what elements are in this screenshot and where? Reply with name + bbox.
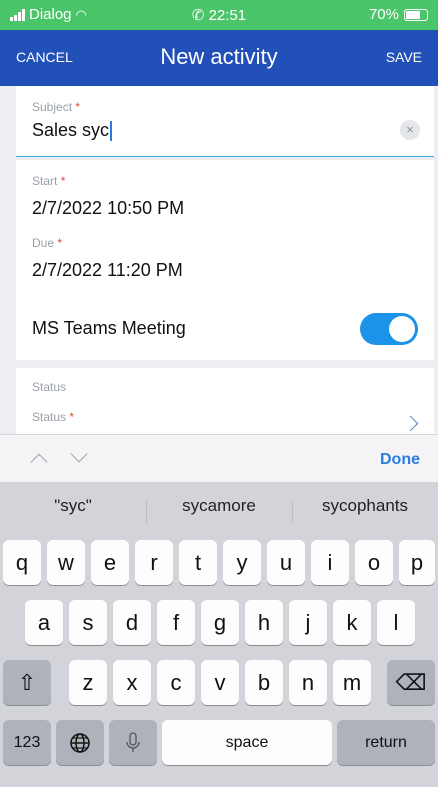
details-card: Start * 2/7/2022 10:50 PM Due * 2/7/2022… [16, 160, 434, 360]
teams-meeting-label: MS Teams Meeting [32, 318, 186, 338]
subject-label: Subject * [32, 100, 81, 114]
key-l[interactable]: l [377, 600, 415, 645]
done-button[interactable]: Done [380, 451, 420, 469]
key-s[interactable]: s [69, 600, 107, 645]
start-label: Start * [32, 174, 66, 188]
nav-bar: CANCEL New activity SAVE [0, 30, 438, 86]
key-j[interactable]: j [289, 600, 327, 645]
due-label: Due * [32, 236, 63, 250]
key-u[interactable]: u [267, 540, 305, 585]
status-card: Status Status * [16, 368, 434, 434]
due-value[interactable]: 2/7/2022 11:20 PM [32, 260, 183, 281]
time: 22:51 [208, 7, 247, 24]
subject-field[interactable]: Subject * Sales syc × [16, 86, 434, 157]
key-r[interactable]: r [135, 540, 173, 585]
save-button[interactable]: SAVE [386, 49, 422, 65]
previous-field-icon[interactable] [30, 453, 48, 471]
key-o[interactable]: o [355, 540, 393, 585]
delete-key[interactable]: ⌫ [387, 660, 435, 705]
battery-percent: 70% [368, 6, 399, 23]
microphone-key[interactable] [109, 720, 157, 765]
status-label[interactable]: Status * [32, 410, 74, 424]
status-bar: Dialog ◠ ✆ 22:51 70% [0, 0, 438, 30]
chevron-right-icon[interactable] [402, 415, 419, 432]
key-f[interactable]: f [157, 600, 195, 645]
key-p[interactable]: p [399, 540, 435, 585]
key-n[interactable]: n [289, 660, 327, 705]
key-b[interactable]: b [245, 660, 283, 705]
space-key[interactable]: space [162, 720, 332, 765]
shift-key[interactable]: ⇧ [3, 660, 51, 705]
key-h[interactable]: h [245, 600, 283, 645]
teams-meeting-toggle[interactable] [360, 313, 418, 345]
phone-icon: ✆ [191, 7, 205, 24]
key-k[interactable]: k [333, 600, 371, 645]
subject-input[interactable]: Sales syc [32, 120, 113, 142]
suggestion-item[interactable]: sycamore [146, 482, 292, 530]
status-section-label: Status [32, 380, 67, 394]
key-t[interactable]: t [179, 540, 217, 585]
page-title: New activity [160, 44, 278, 69]
clear-icon[interactable]: × [400, 120, 420, 140]
next-field-icon[interactable] [70, 445, 88, 463]
key-d[interactable]: d [113, 600, 151, 645]
key-q[interactable]: q [3, 540, 41, 585]
key-z[interactable]: z [69, 660, 107, 705]
numbers-key[interactable]: 123 [3, 720, 51, 765]
start-value[interactable]: 2/7/2022 10:50 PM [32, 198, 184, 219]
microphone-icon [126, 731, 140, 752]
key-g[interactable]: g [201, 600, 239, 645]
key-a[interactable]: a [25, 600, 63, 645]
globe-key[interactable] [56, 720, 104, 765]
key-i[interactable]: i [311, 540, 349, 585]
key-w[interactable]: w [47, 540, 85, 585]
key-x[interactable]: x [113, 660, 151, 705]
key-e[interactable]: e [91, 540, 129, 585]
toggle-knob [389, 316, 415, 342]
suggestion-item[interactable]: sycophants [292, 482, 438, 530]
suggestion-item[interactable]: "syc" [0, 482, 146, 530]
battery-icon [404, 8, 428, 21]
key-v[interactable]: v [201, 660, 239, 705]
battery-info: 70% [369, 6, 428, 23]
key-c[interactable]: c [157, 660, 195, 705]
keyboard: "syc" sycamore sycophants q w e r t y u … [0, 482, 438, 787]
text-cursor [110, 121, 113, 142]
key-y[interactable]: y [223, 540, 261, 585]
key-m[interactable]: m [333, 660, 371, 705]
globe-icon [70, 732, 90, 753]
return-key[interactable]: return [337, 720, 435, 765]
keyboard-toolbar: Done [0, 434, 438, 483]
